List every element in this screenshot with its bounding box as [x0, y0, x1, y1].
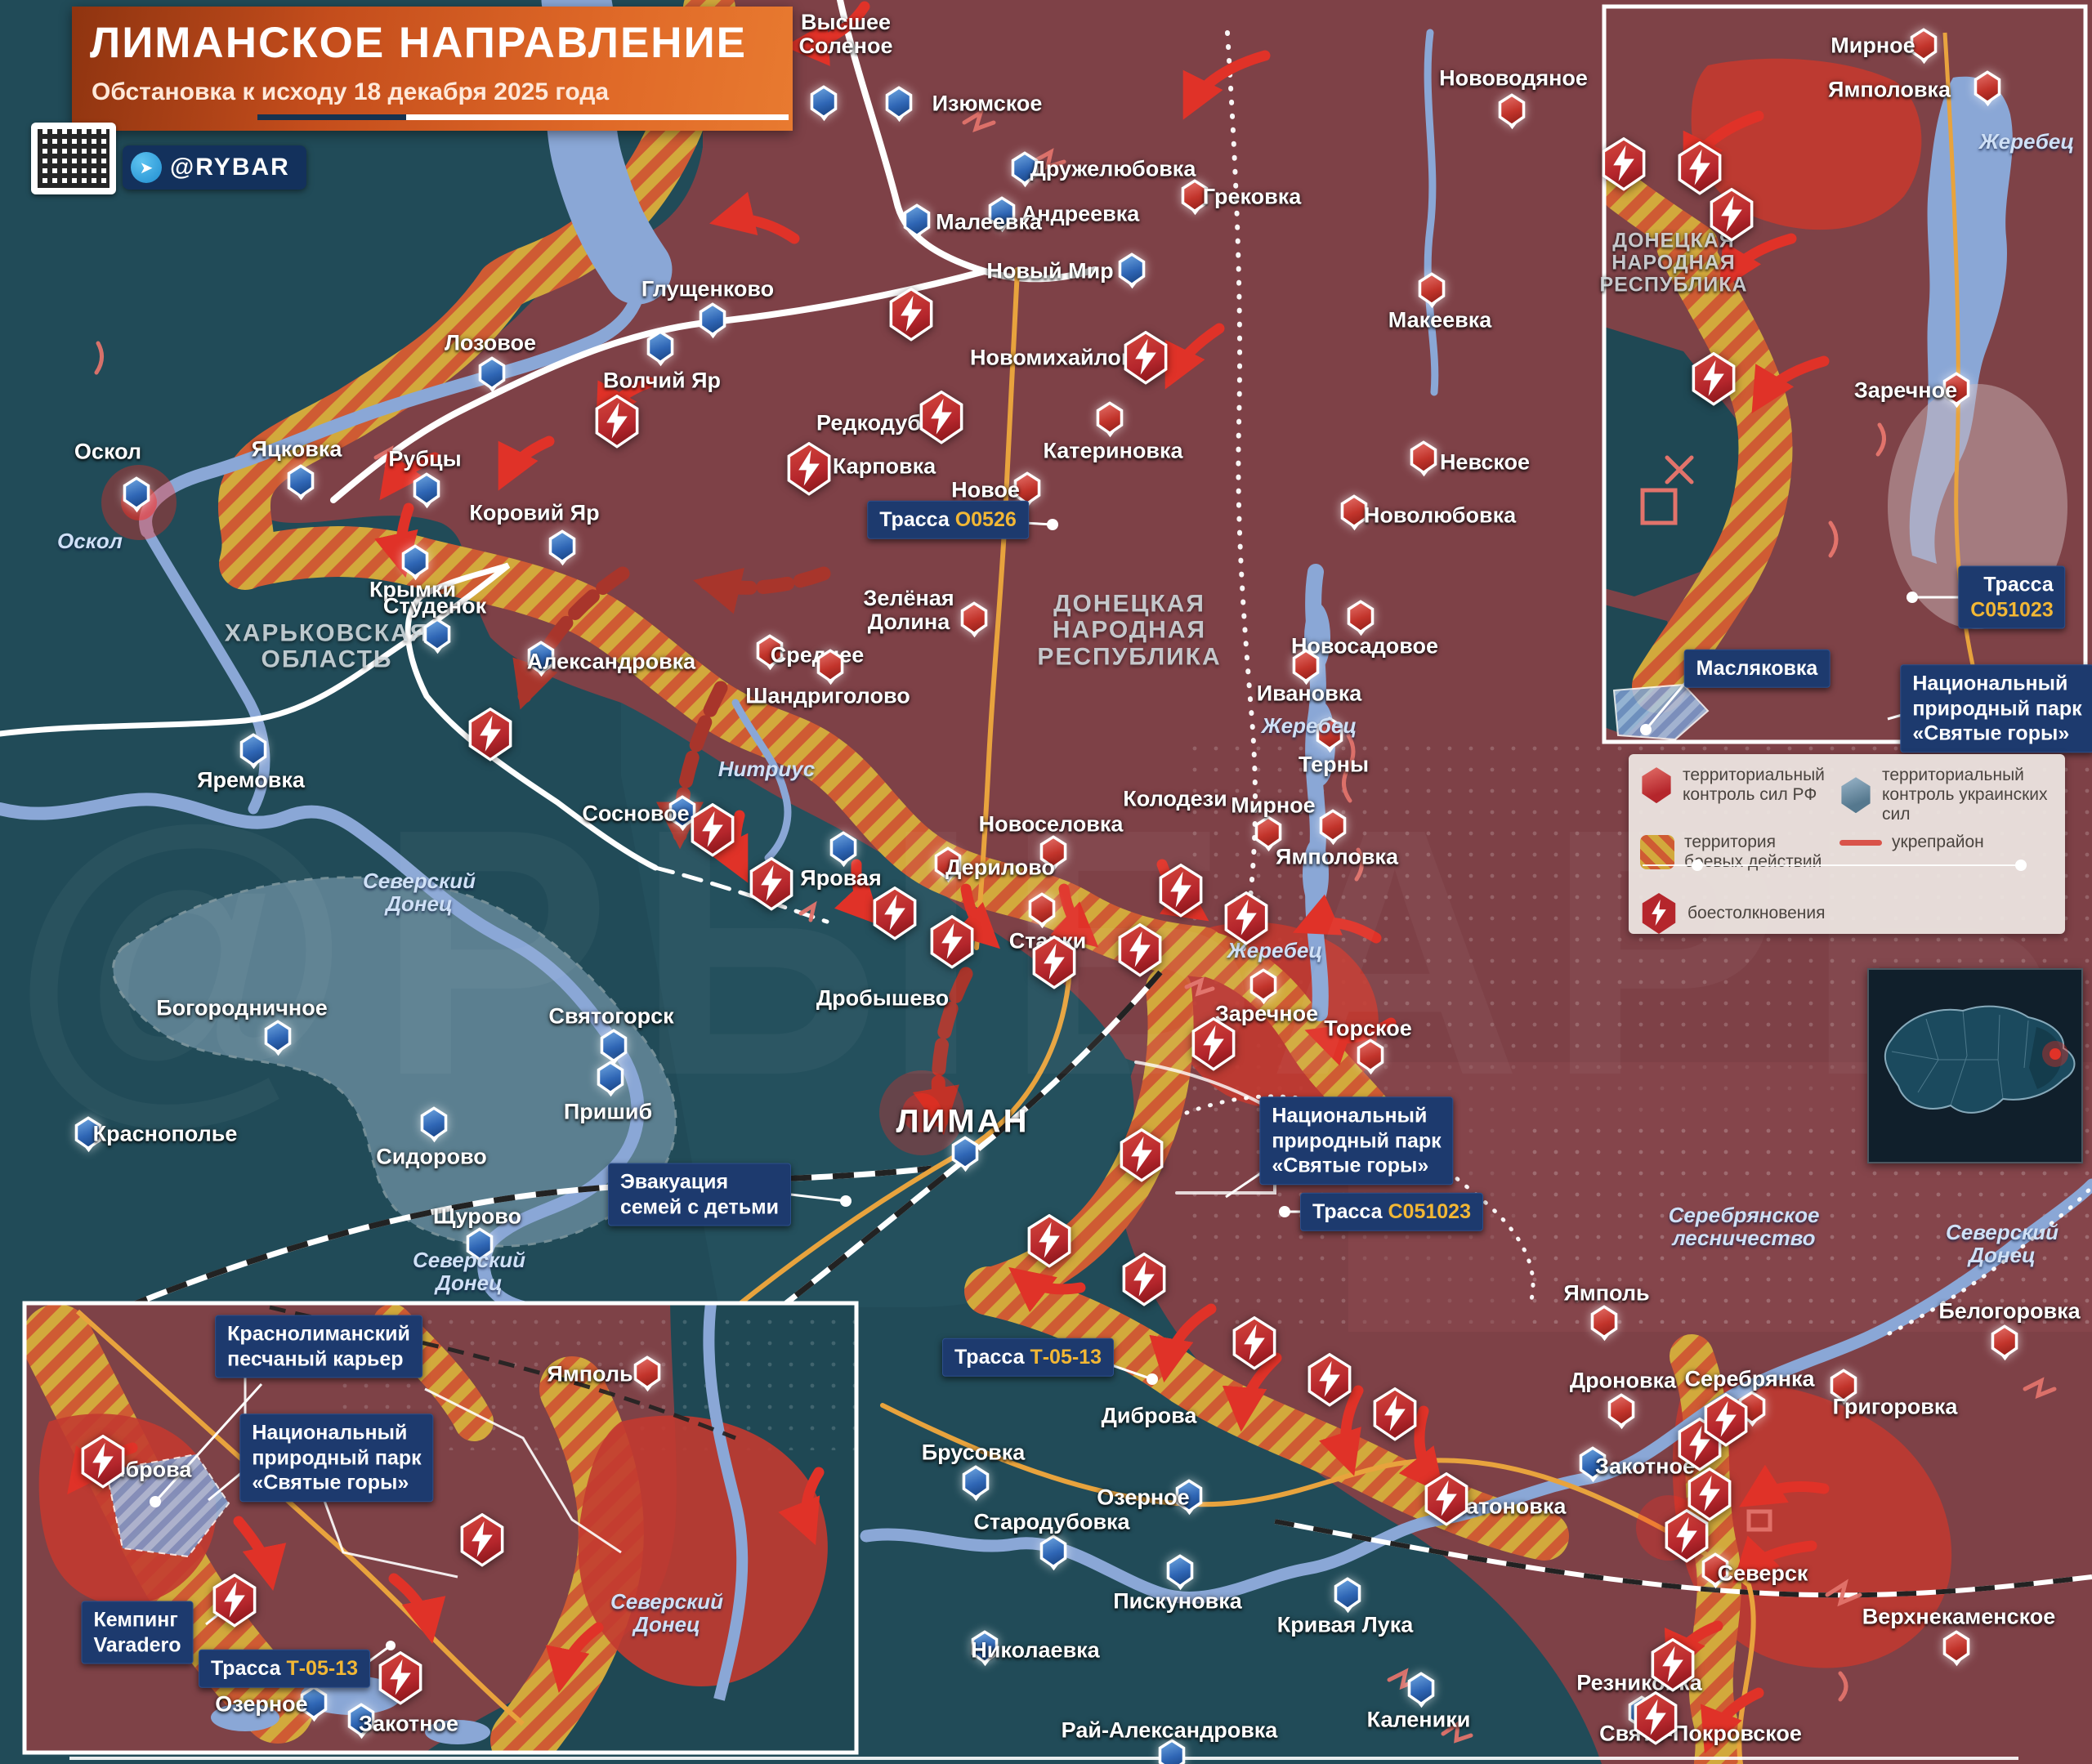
legend-label: боестолкновения — [1687, 903, 1826, 922]
channel-name: @RYBAR — [170, 154, 290, 181]
battle-swatch — [1640, 893, 1678, 934]
legend-label: территориальный контроль украинских сил — [1882, 766, 2048, 824]
legend-item: территория боевых действий — [1640, 833, 1822, 872]
qr-code — [31, 123, 116, 194]
legend-label: территория боевых действий — [1684, 833, 1822, 872]
ua-control-swatch — [1841, 777, 1871, 814]
legend-item: территориальный контроль сил РФ — [1640, 766, 1825, 805]
header-banner: ЛИМАНСКОЕ НАПРАВЛЕНИЕ Обстановка к исход… — [72, 7, 793, 131]
page-subtitle: Обстановка к исходу 18 декабря 2025 года — [92, 78, 610, 105]
legend-label: укрепрайон — [1892, 833, 1984, 851]
legend-item: территориальный контроль украинских сил — [1839, 766, 2065, 824]
legend-item: укрепрайон — [1839, 833, 1984, 852]
scale-bar — [257, 114, 789, 120]
fortified-line-swatch — [1839, 839, 1882, 846]
ukraine-outline — [1884, 1005, 2076, 1114]
channel-badge: ➤ @RYBAR — [123, 145, 306, 190]
telegram-icon: ➤ — [131, 152, 162, 183]
legend-label: территориальный контроль сил РФ — [1683, 766, 1825, 805]
legend-item: боестолкновения — [1640, 893, 1826, 934]
rf-control-swatch — [1642, 767, 1671, 804]
map-infographic: @РЫБАРЬ Высшее СоленоеИзюмскоеДружелюбов… — [0, 0, 2092, 1764]
legend-divider — [1643, 860, 2027, 871]
page-title: ЛИМАНСКОЕ НАПРАВЛЕНИЕ — [90, 19, 748, 67]
legend-panel: территориальный контроль сил РФ территори… — [1629, 754, 2065, 934]
qr-pattern — [38, 129, 110, 188]
ukraine-locator-map — [1867, 968, 2083, 1163]
